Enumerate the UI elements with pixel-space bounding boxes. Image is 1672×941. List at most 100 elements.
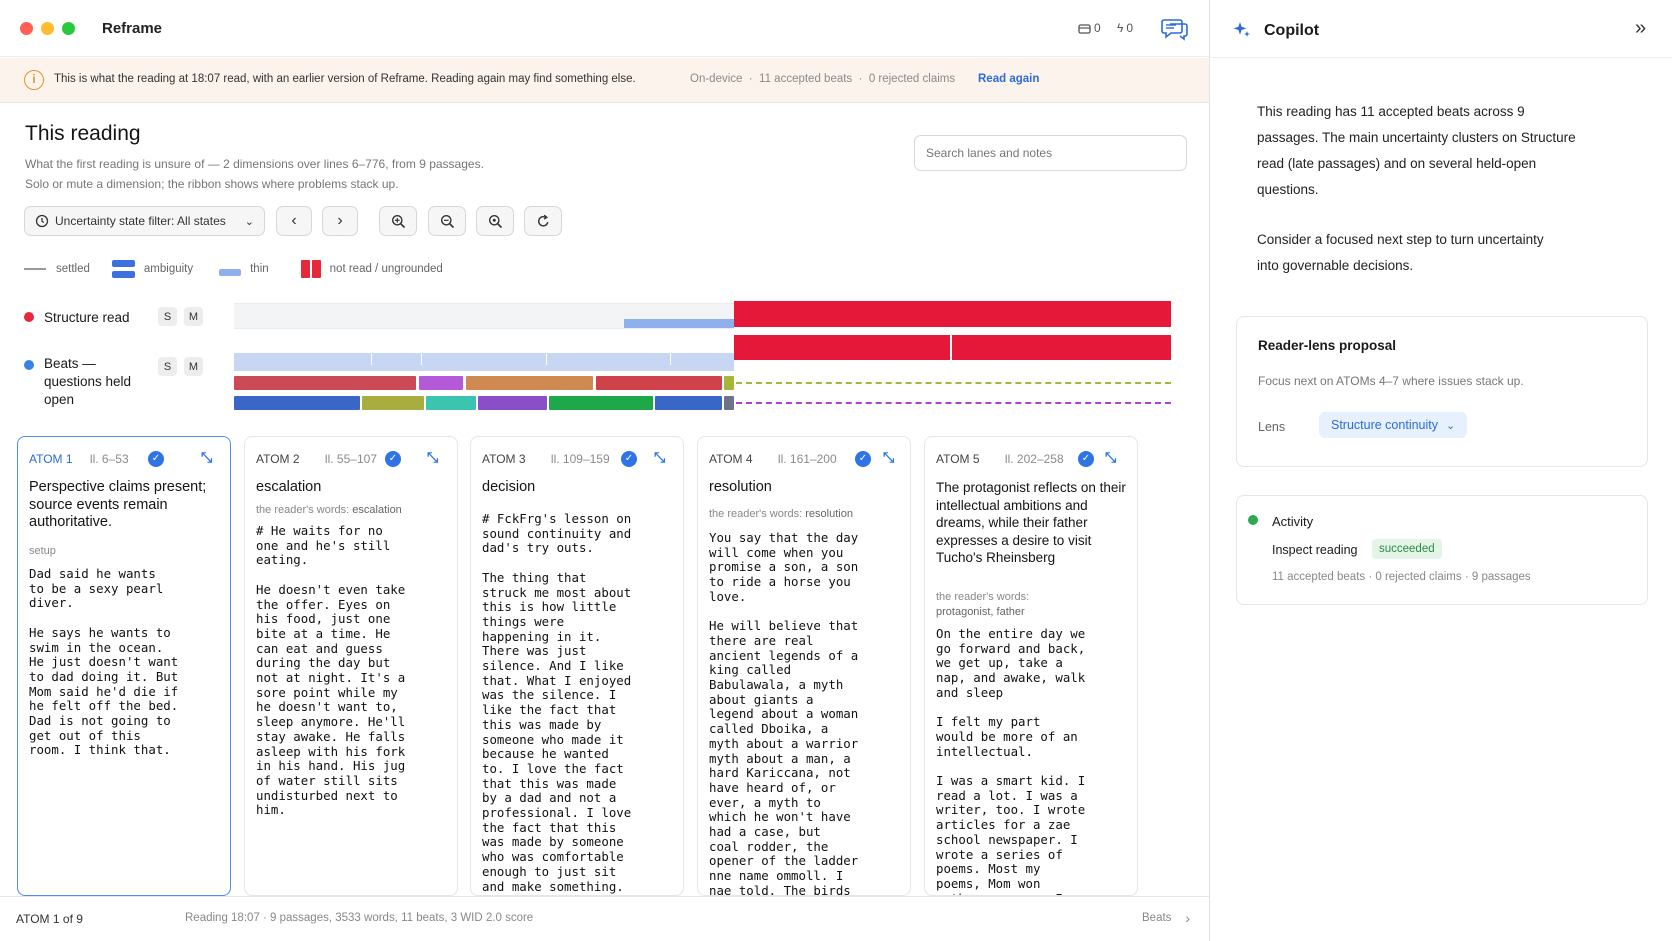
beat-segment[interactable] (234, 376, 416, 390)
expand-icon[interactable]: ⤡ (201, 449, 212, 466)
thin-swatch (219, 268, 242, 276)
beat-segment[interactable] (724, 376, 734, 390)
reset-view-button[interactable] (524, 206, 562, 236)
atom-card-3[interactable]: ATOM 3 ll. 109–159 ✓ ⤡ decision # FckFrg… (470, 436, 684, 896)
tick-mark (670, 353, 671, 365)
proposal-title: Reader-lens proposal (1258, 338, 1397, 353)
zoom-fit-button[interactable] (476, 206, 514, 236)
expand-icon[interactable]: ⤡ (1105, 449, 1116, 466)
beats-thin-band[interactable] (234, 353, 734, 371)
notice-message: This is what the reading at 18:07 read, … (54, 73, 636, 85)
close-window-button[interactable] (20, 22, 33, 35)
uncertainty-filter-select[interactable]: Uncertainty state filter: All states ⌄ (24, 206, 265, 236)
zoom-out-button[interactable] (428, 206, 466, 236)
beat-segment[interactable] (362, 396, 424, 410)
expand-icon[interactable]: ⤡ (654, 449, 665, 466)
collapse-panel-icon[interactable]: » (1635, 17, 1646, 40)
legend-not-read: not read / ungrounded (329, 263, 443, 275)
info-icon: i (24, 70, 44, 90)
beats-nav-link[interactable]: Beats › (1142, 911, 1190, 925)
card-words-value: resolution (805, 508, 853, 520)
card-header: ATOM 3 ll. 109–159 (482, 452, 673, 468)
atom-card-1[interactable]: ATOM 1 ll. 6–53 ✓ ⤡ Perspective claims p… (17, 436, 231, 896)
search-box[interactable] (914, 135, 1187, 171)
minimize-window-button[interactable] (41, 22, 54, 35)
search-input[interactable] (926, 136, 1176, 170)
status-dot (1248, 515, 1258, 525)
card-body: # FckFrg's lesson on sound continuity an… (482, 511, 632, 894)
atom-number: ATOM 4 (709, 452, 753, 466)
copilot-summary: This reading has 11 accepted beats acros… (1257, 104, 1576, 197)
counter-b-value: 0 (1126, 21, 1134, 35)
atom-card-4[interactable]: ATOM 4 ll. 161–200 ✓ ⤡ resolution the re… (697, 436, 911, 896)
structure-thin-segment[interactable] (624, 319, 734, 328)
card-body: On the entire day we go forward and back… (936, 626, 1086, 895)
atom-card-5[interactable]: ATOM 5 ll. 202–258 ✓ ⤡ The protagonist r… (924, 436, 1138, 896)
card-header: ATOM 2 ll. 55–107 (256, 452, 447, 468)
lane-beats-mute-button[interactable]: M (184, 357, 203, 376)
previous-button[interactable]: ‹ (276, 206, 312, 236)
stack-icon (1078, 23, 1091, 34)
card-title: decision (482, 479, 536, 495)
proposal-text: Focus next on ATOMs 4–7 where issues sta… (1258, 374, 1524, 388)
beat-segment[interactable] (234, 396, 360, 410)
events-counter[interactable]: ϟ 0 (1117, 21, 1133, 35)
lens-label: Lens (1258, 420, 1286, 434)
beats-not-read-segment-2[interactable] (952, 335, 1171, 360)
beat-segment[interactable] (426, 396, 476, 410)
lane-label: Beats — questions held open (44, 356, 132, 407)
card-words-value: escalation (352, 504, 402, 516)
atom-card-2[interactable]: ATOM 2 ll. 55–107 ✓ ⤡ escalation the rea… (244, 436, 458, 896)
expand-icon[interactable]: ⤡ (883, 449, 894, 466)
beat-segment[interactable] (724, 396, 734, 410)
atom-number: ATOM 5 (936, 452, 980, 466)
beat-projection-line (736, 402, 1171, 404)
activity-card: Activity Inspect reading succeeded 11 ac… (1236, 495, 1648, 605)
tick-mark (371, 353, 372, 365)
activity-item[interactable]: Inspect reading (1272, 543, 1357, 557)
sparkle-icon (1233, 22, 1250, 37)
lane-beats-questions[interactable]: Beats — questions held open (24, 355, 154, 407)
beat-segment[interactable] (655, 396, 722, 410)
read-again-link[interactable]: Read again (978, 73, 1039, 85)
card-words-value: protagonist, father (936, 606, 1025, 618)
atom-lines: ll. 109–159 (550, 452, 610, 466)
lens-select[interactable]: Structure continuity ⌄ (1319, 412, 1468, 438)
zoom-in-button[interactable] (379, 206, 417, 236)
lane-legend: settled ambiguity thin not read / ungrou… (24, 260, 443, 278)
activity-meta: 11 accepted beats · 0 rejected claims · … (1272, 571, 1531, 583)
lane-structure-solo-button[interactable]: S (158, 307, 177, 326)
lane-beats-solo-button[interactable]: S (158, 357, 177, 376)
lane-structure-mute-button[interactable]: M (184, 307, 203, 326)
cards-counter[interactable]: 0 (1078, 21, 1101, 35)
legend-ambiguity: ambiguity (143, 263, 194, 275)
chevron-down-icon: ⌄ (244, 215, 254, 228)
lens-value: Structure continuity (1331, 418, 1438, 432)
counter-a-value: 0 (1094, 21, 1101, 35)
card-words: the reader's words: resolution (709, 507, 900, 522)
beat-segment[interactable] (466, 376, 593, 390)
card-title: resolution (709, 479, 772, 495)
zoom-window-button[interactable] (62, 22, 75, 35)
card-title: The protagonist reflects on their intell… (936, 480, 1126, 565)
lane-dot (24, 360, 34, 370)
next-button[interactable]: › (322, 206, 358, 236)
expand-icon[interactable]: ⤡ (427, 449, 438, 466)
zoom-out-icon (440, 214, 454, 228)
structure-not-read-segment[interactable] (734, 301, 1171, 327)
page-subtitle-1: What the first reading is unsure of — 2 … (25, 157, 484, 171)
bolt-icon: ϟ (1117, 21, 1124, 35)
beat-segment[interactable] (549, 396, 653, 410)
card-body: # He waits for no one and he's still eat… (256, 523, 406, 818)
chat-icon[interactable] (1161, 17, 1189, 41)
page-title: This reading (25, 122, 141, 145)
legend-thin: thin (250, 263, 269, 275)
activity-title: Activity (1272, 514, 1314, 529)
beats-not-read-segment-1[interactable] (734, 335, 950, 360)
beat-segment[interactable] (596, 376, 722, 390)
atom-number: ATOM 3 (482, 452, 526, 466)
beat-segment[interactable] (419, 376, 463, 390)
card-header: ATOM 1 ll. 6–53 (29, 452, 220, 468)
beat-segment[interactable] (478, 396, 547, 410)
atom-lines: ll. 55–107 (324, 452, 377, 466)
